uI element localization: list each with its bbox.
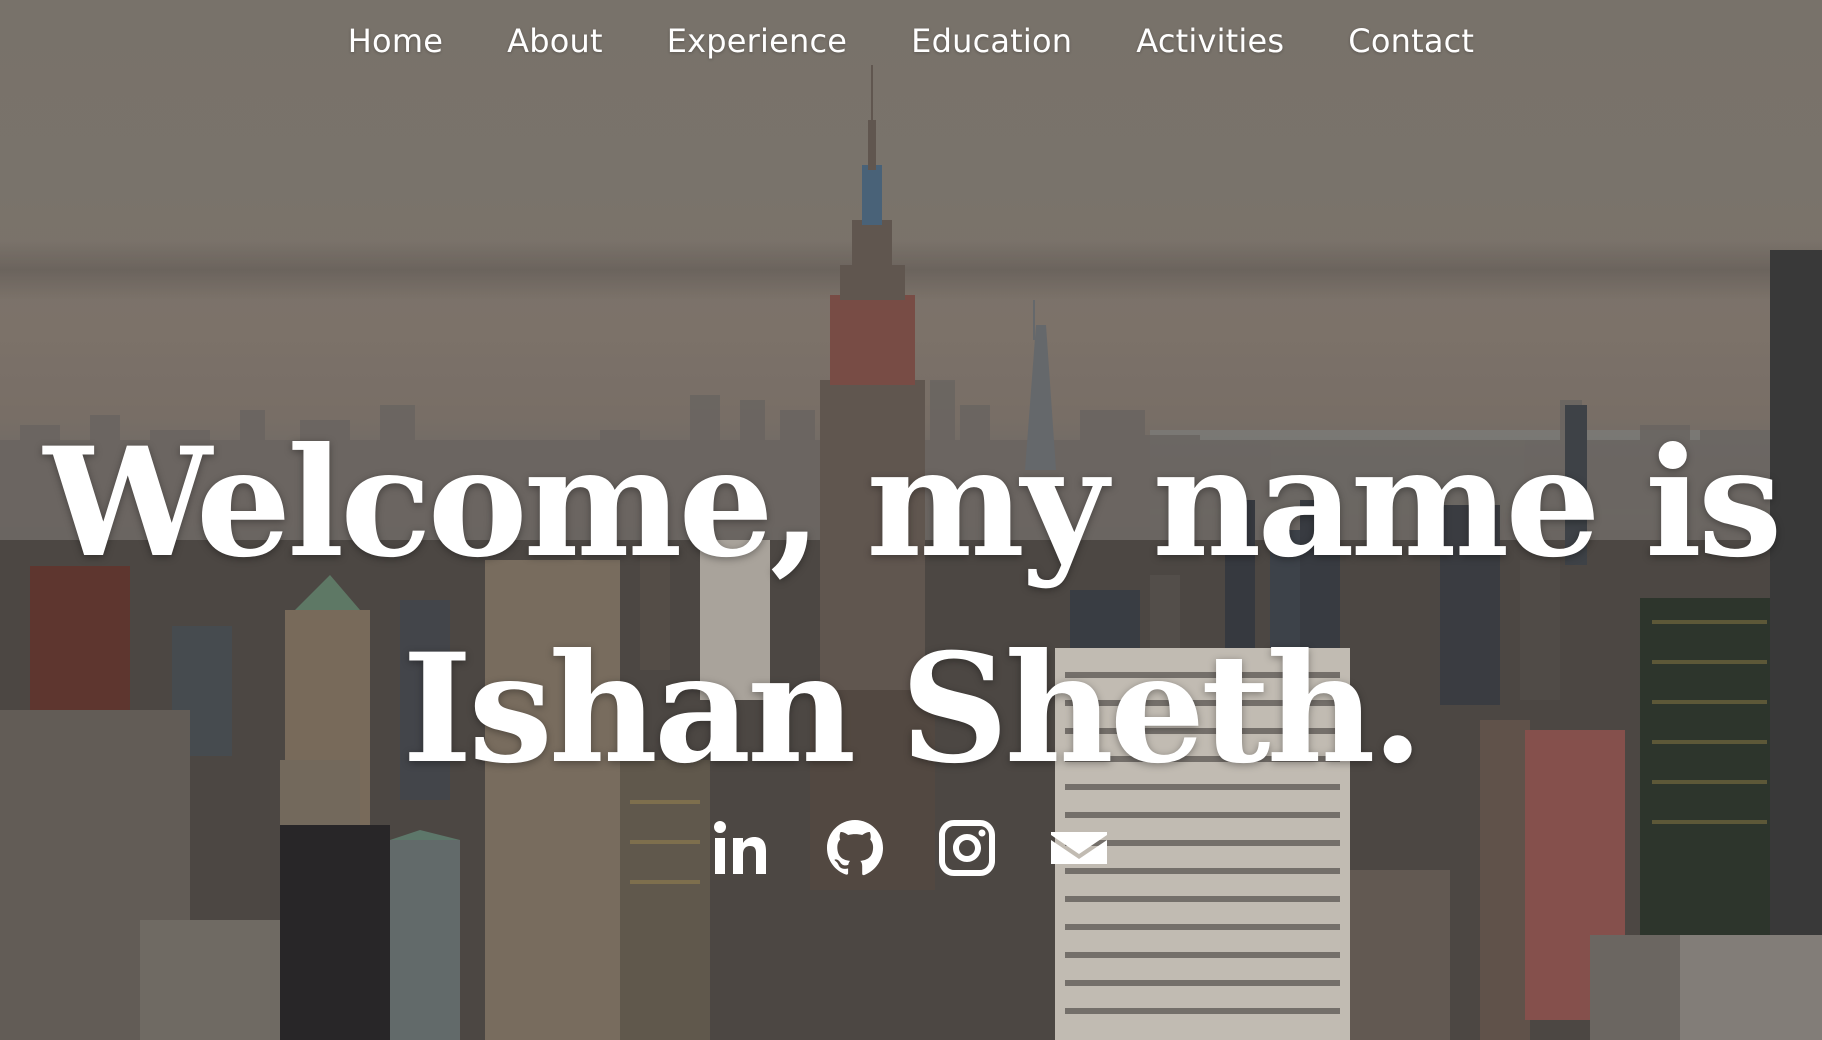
- hero-line-2: Ishan Sheth.: [402, 621, 1424, 797]
- social-links: [0, 818, 1822, 878]
- instagram-link[interactable]: [937, 818, 997, 878]
- email-link[interactable]: [1049, 818, 1109, 878]
- nav-link-activities[interactable]: Activities: [1104, 22, 1316, 60]
- linkedin-icon: [714, 821, 766, 874]
- hero-section: Home About Experience Education Activiti…: [0, 0, 1822, 1040]
- hero-headline: Welcome, my name is Ishan Sheth.: [0, 400, 1822, 812]
- nav-link-education[interactable]: Education: [879, 22, 1104, 60]
- github-link[interactable]: [825, 818, 885, 878]
- instagram-icon: [939, 820, 995, 876]
- email-icon: [1051, 832, 1107, 864]
- hero-line-1: Welcome, my name is: [43, 415, 1783, 591]
- main-nav: Home About Experience Education Activiti…: [0, 22, 1822, 60]
- nav-link-experience[interactable]: Experience: [635, 22, 879, 60]
- nav-link-contact[interactable]: Contact: [1316, 22, 1506, 60]
- linkedin-link[interactable]: [713, 818, 773, 878]
- github-icon: [827, 820, 883, 876]
- nav-link-home[interactable]: Home: [316, 22, 475, 60]
- nav-link-about[interactable]: About: [475, 22, 635, 60]
